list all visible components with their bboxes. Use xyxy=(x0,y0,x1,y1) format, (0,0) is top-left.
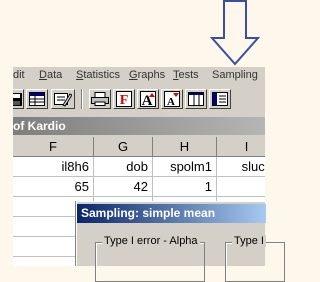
table-icon xyxy=(29,92,45,106)
save-icon xyxy=(13,92,22,106)
grid-cell[interactable]: spolm1 xyxy=(153,157,217,177)
font-red-icon: F xyxy=(116,91,132,107)
grid-cell[interactable]: 1 xyxy=(153,177,217,197)
grid-cell[interactable]: sluca xyxy=(217,157,265,177)
grid-cell[interactable]: dob xyxy=(94,157,153,177)
column-header-h[interactable]: H xyxy=(153,137,217,157)
font-larger-button[interactable]: A xyxy=(137,89,159,109)
table-button[interactable] xyxy=(26,89,48,109)
page-icon xyxy=(212,92,228,106)
save-button[interactable] xyxy=(13,89,24,109)
menu-tests[interactable]: Tests xyxy=(173,69,199,81)
page-button[interactable] xyxy=(209,89,231,109)
menu-sampling[interactable]: Sampling xyxy=(212,69,258,81)
data-window-title: of Kardio xyxy=(13,117,265,135)
column-header-i[interactable]: I xyxy=(217,137,265,157)
grid-cell[interactable]: il8h6 xyxy=(13,157,94,177)
columns-icon xyxy=(188,92,204,106)
columns-button[interactable] xyxy=(185,89,207,109)
edit-button[interactable] xyxy=(51,89,75,109)
menu-data[interactable]: Data xyxy=(39,69,62,81)
grid-cell[interactable]: 42 xyxy=(94,177,153,197)
toolbar: F A A xyxy=(13,89,265,113)
font-smaller-button[interactable]: A xyxy=(161,89,183,109)
menubar: dit Data Statistics Graphs Tests Samplin… xyxy=(13,67,265,84)
menu-statistics[interactable]: Statistics xyxy=(76,69,120,81)
type1-groupbox: Type I xyxy=(225,235,285,282)
font-larger-icon: A xyxy=(140,91,156,107)
column-header-f[interactable]: F xyxy=(13,137,94,157)
grid-header: F G H I xyxy=(13,137,265,157)
down-arrow-icon xyxy=(210,0,260,66)
font-red-button[interactable]: F xyxy=(113,89,135,109)
font-smaller-icon: A xyxy=(164,91,180,107)
column-header-g[interactable]: G xyxy=(94,137,153,157)
toolbar-separator xyxy=(81,89,83,109)
edit-icon xyxy=(54,93,72,107)
menu-edit[interactable]: dit xyxy=(13,69,25,81)
grid-cell[interactable]: 65 xyxy=(13,177,94,197)
alpha-groupbox: Type I error - Alpha xyxy=(95,235,205,282)
grid-cell[interactable] xyxy=(217,177,265,197)
dialog-title: Sampling: simple mean xyxy=(77,204,266,223)
print-icon xyxy=(91,92,109,106)
menu-graphs[interactable]: Graphs xyxy=(129,69,165,81)
type1-group-label: Type I xyxy=(232,235,266,247)
print-button[interactable] xyxy=(89,89,111,109)
svg-text:F: F xyxy=(120,93,129,107)
alpha-group-label: Type I error - Alpha xyxy=(102,235,200,247)
svg-text:A: A xyxy=(167,96,175,107)
sampling-dialog: Sampling: simple mean Type I error - Alp… xyxy=(76,201,285,282)
